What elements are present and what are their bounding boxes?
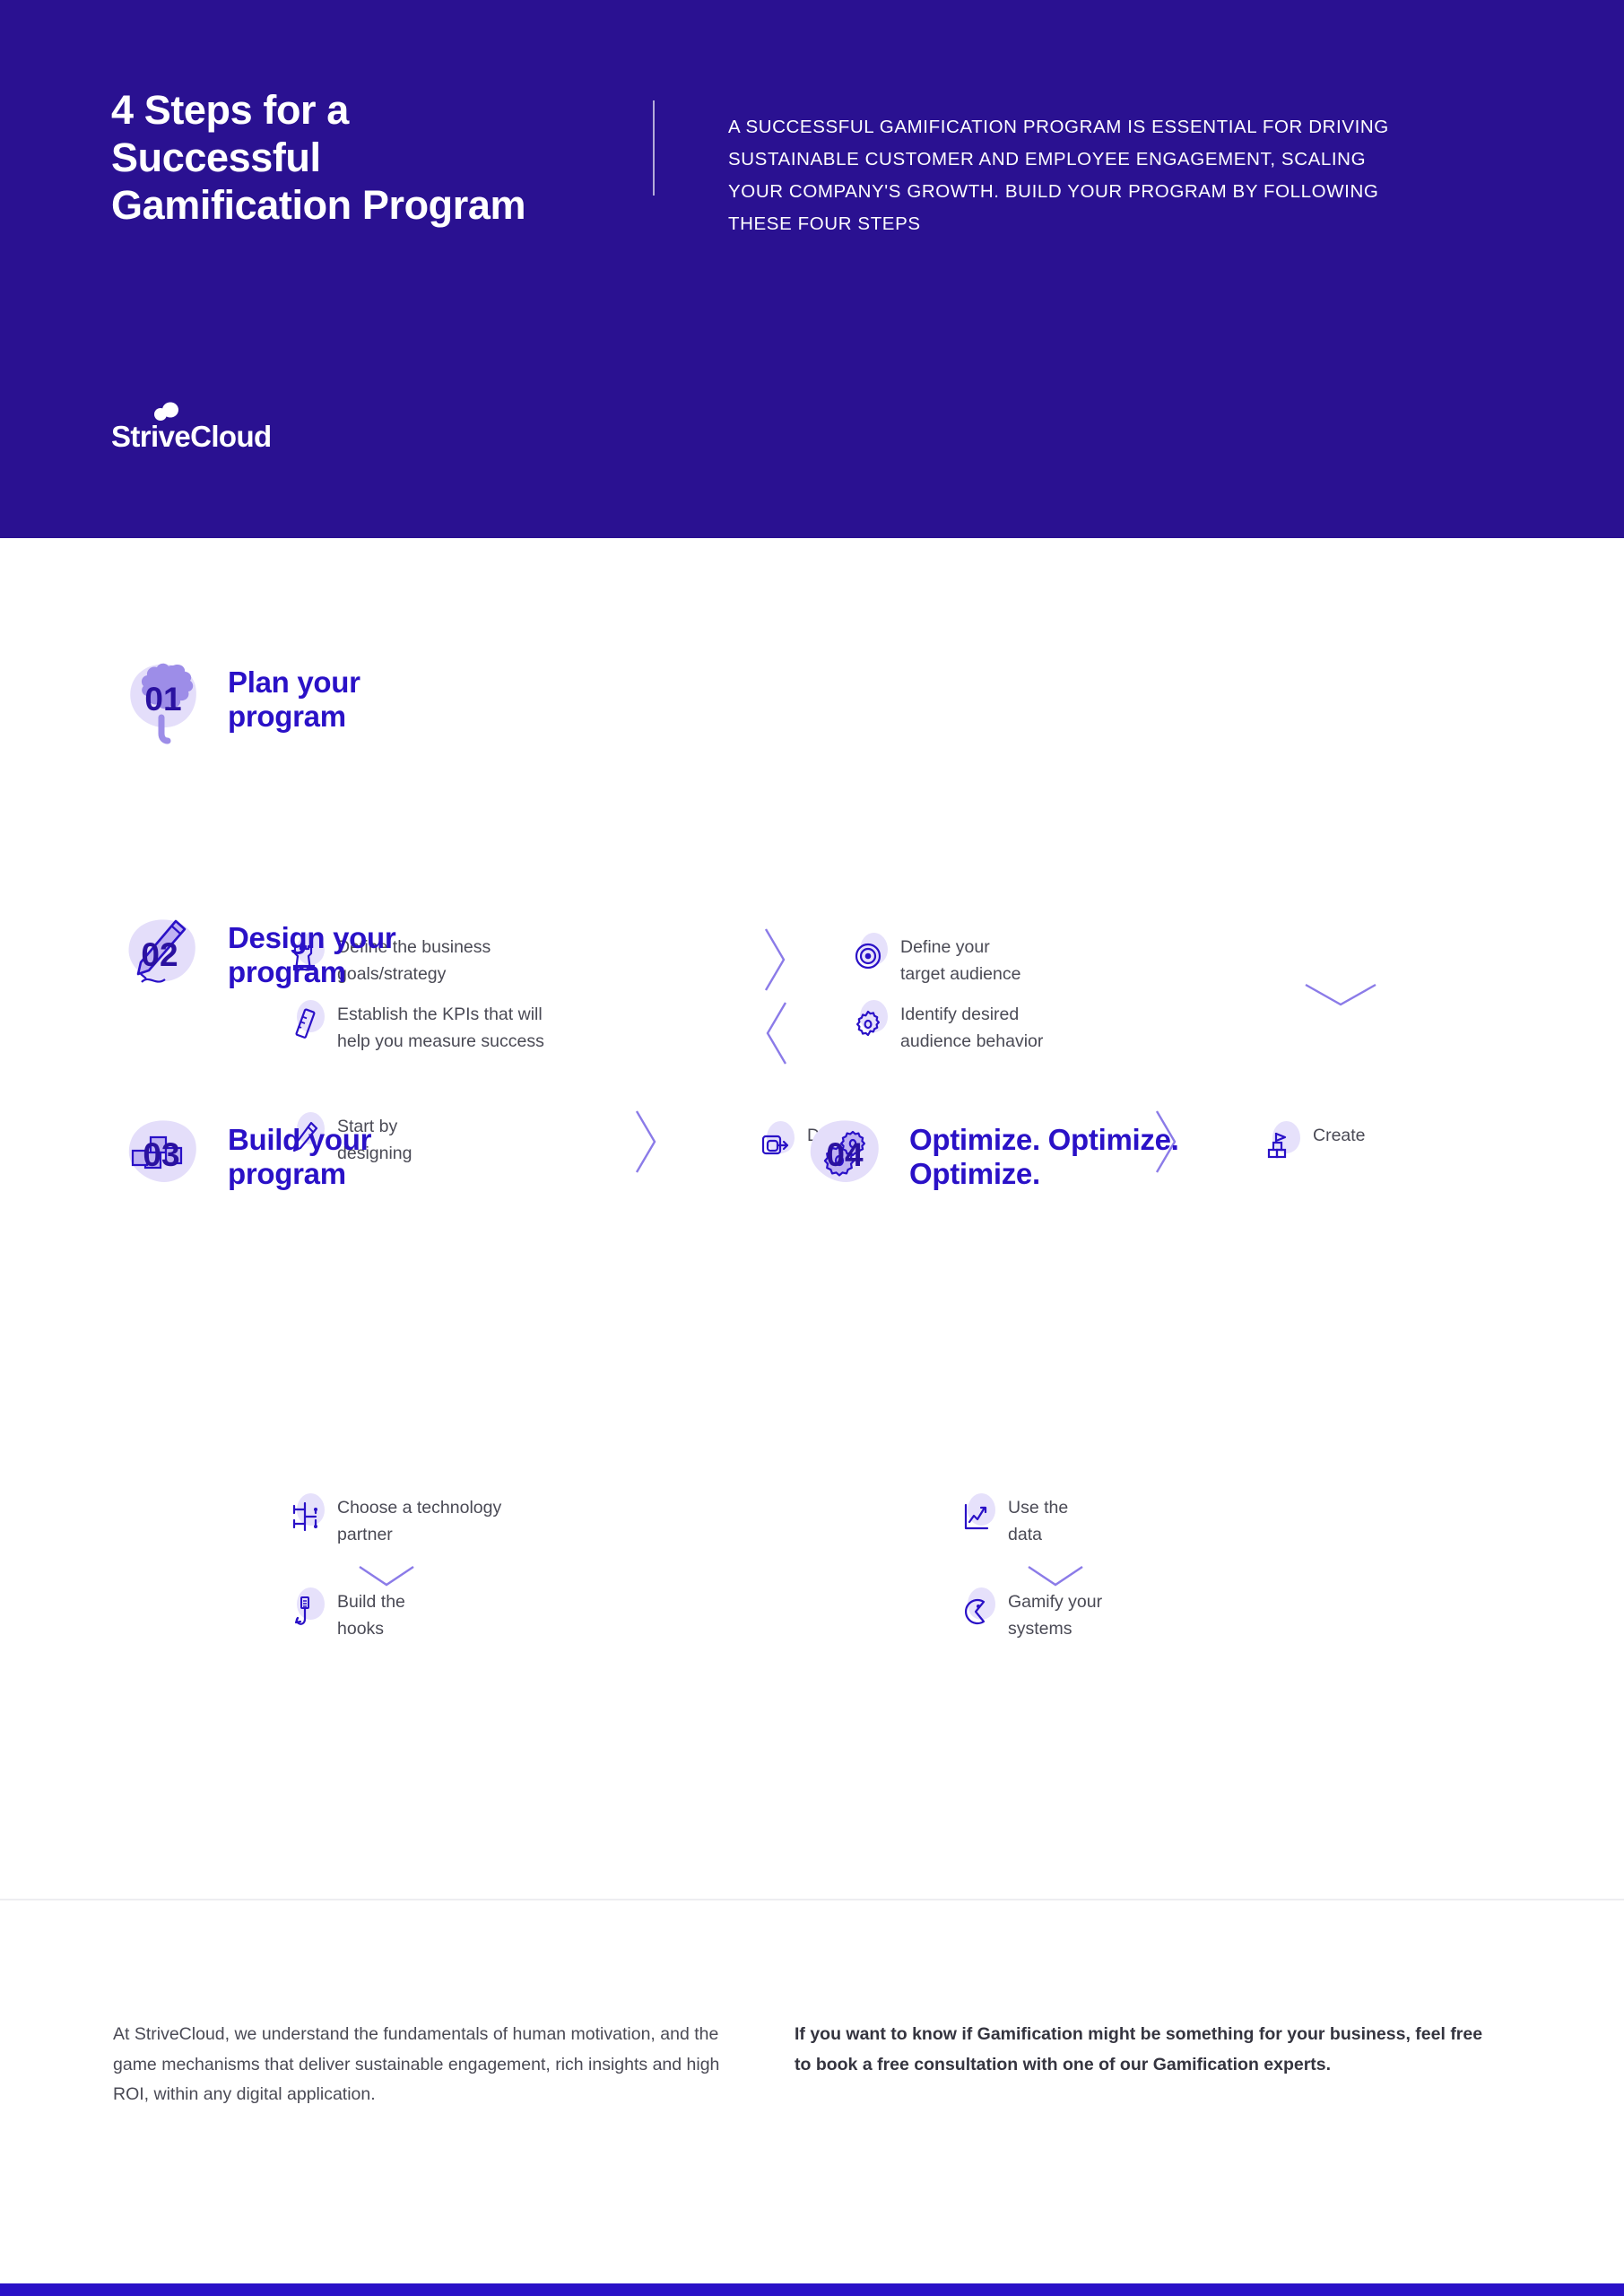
strivecloud-logo: StriveCloud	[111, 402, 272, 454]
target-icon	[852, 933, 890, 974]
svg-text:01: 01	[144, 681, 181, 718]
connector-chevron-down-1	[1300, 979, 1381, 1012]
step-04-header: 04 Optimize. Optimize. Optimize.	[798, 1112, 1179, 1205]
step-01-item-4: Identify desired audience behavior	[852, 1000, 1139, 1055]
gears-icon: 04	[810, 1120, 879, 1182]
pencil-icon: 02	[128, 919, 195, 983]
brain-icon: 01	[130, 663, 196, 744]
step-01-badge: 01	[117, 655, 210, 748]
step-03-header: 03 Build your program	[117, 1112, 371, 1205]
pacman-icon	[960, 1587, 997, 1629]
step-04: 04 Optimize. Optimize. Optimize. Use the…	[798, 1112, 1179, 1639]
step-02-header: 02 Design your program	[117, 910, 396, 1004]
header-banner: 4 Steps for a Successful Gamification Pr…	[0, 0, 1624, 538]
step-01-title: Plan your program	[228, 665, 360, 733]
step-02-item-3: Create	[1264, 1121, 1462, 1162]
step-01-item-2: Define your target audience	[852, 933, 1139, 987]
step-01-header: 01 Plan your program	[117, 655, 360, 748]
ruler-icon	[289, 1000, 326, 1041]
footer-right-text: If you want to know if Gamification migh…	[795, 2024, 1483, 2074]
step-01: 01 Plan your program Define the business…	[117, 655, 1376, 1065]
blocks-flag-icon	[1264, 1121, 1302, 1162]
connector-chevron-left-1	[759, 997, 795, 1069]
connector-chevron-right-2	[630, 1106, 665, 1178]
step-02-item-3-label: Create	[1313, 1126, 1366, 1145]
step-03-item-1-label: Choose a technology partner	[337, 1498, 502, 1544]
step-03: 03 Build your program Choose a technolog…	[117, 1112, 501, 1639]
step-03-item-2-label: Build the hooks	[337, 1592, 405, 1639]
svg-text:04: 04	[826, 1136, 864, 1173]
infographic-page: 4 Steps for a Successful Gamification Pr…	[0, 0, 1624, 2296]
step-04-item-1: Use the data	[960, 1493, 1184, 1548]
step-02-title: Design your program	[228, 921, 396, 988]
logo-wordmark: StriveCloud	[111, 420, 272, 453]
step-04-item-1-label: Use the data	[1008, 1498, 1069, 1544]
step-01-item-2-label: Define your target audience	[900, 937, 1021, 984]
step-03-item-1: Choose a technology partner	[289, 1493, 558, 1548]
step-04-badge: 04	[798, 1112, 891, 1205]
cloud-dots-icon	[154, 402, 178, 421]
step-02-badge: 02	[117, 910, 210, 1004]
line-chart-icon	[960, 1493, 997, 1535]
footer-left-text: At StriveCloud, we understand the fundam…	[113, 2024, 720, 2105]
svg-text:02: 02	[141, 936, 178, 973]
fish-hook-icon	[289, 1587, 326, 1629]
header-intro-text: A SUCCESSFUL GAMIFICATION PROGRAM IS ESS…	[728, 117, 1389, 234]
step-04-item-2: Gamify your systems	[960, 1587, 1184, 1642]
step-02: 02 Design your program Start by designin…	[117, 910, 1366, 1173]
bottom-accent-bar	[0, 2283, 1624, 2296]
steps-section: 01 Plan your program Define the business…	[0, 538, 1624, 1899]
connector-chevron-right-1	[759, 924, 795, 996]
step-04-item-2-label: Gamify your systems	[1008, 1592, 1103, 1639]
circuit-icon	[289, 1493, 326, 1535]
step-01-item-3-label: Establish the KPIs that will help you me…	[337, 1004, 544, 1051]
gear-icon	[852, 1000, 890, 1041]
svg-text:03: 03	[143, 1136, 179, 1173]
step-01-item-4-label: Identify desired audience behavior	[900, 1004, 1044, 1051]
step-03-title: Build your program	[228, 1123, 372, 1190]
page-title: 4 Steps for a Successful Gamification Pr…	[111, 87, 526, 229]
header-vertical-divider	[653, 100, 655, 196]
step-03-item-2: Build the hooks	[289, 1587, 558, 1642]
building-blocks-icon: 03	[128, 1120, 196, 1182]
step-01-item-3: Establish the KPIs that will help you me…	[289, 1000, 585, 1055]
step-03-badge: 03	[117, 1112, 210, 1205]
export-arrow-icon	[759, 1121, 796, 1162]
section-divider	[0, 1899, 1624, 1900]
step-04-title: Optimize. Optimize. Optimize.	[909, 1123, 1179, 1190]
